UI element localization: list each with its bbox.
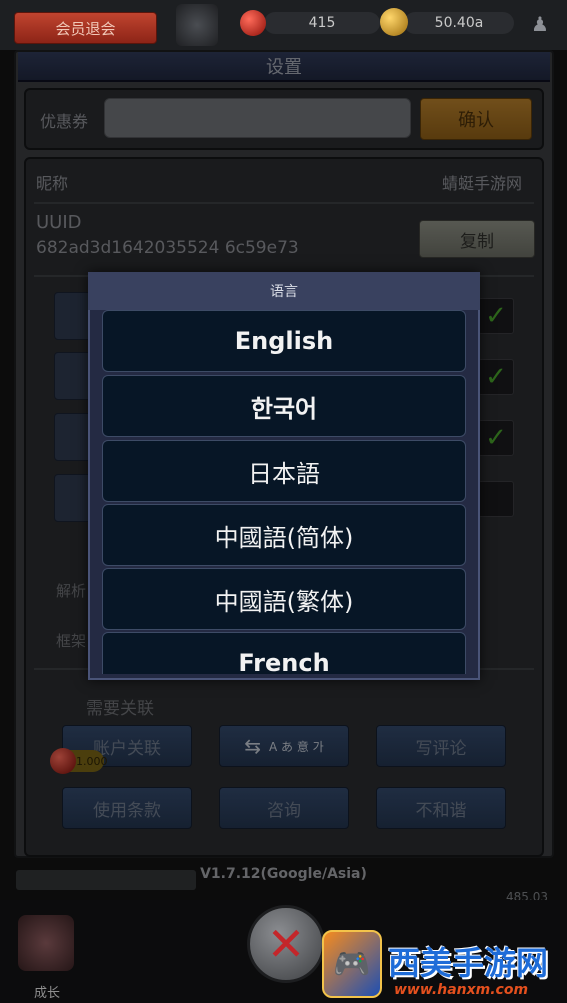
gold-count: 50.40a (404, 12, 514, 34)
member-withdraw-button[interactable]: 会员退会 (14, 12, 157, 44)
close-icon: ✕ (266, 917, 306, 971)
language-option-korean[interactable]: 한국어 (102, 375, 466, 437)
language-option-chinese-traditional[interactable]: 中國語(繁体) (102, 568, 466, 630)
gem-count: 415 (264, 12, 380, 34)
language-option-japanese[interactable]: 日本語 (102, 440, 466, 502)
language-option-english[interactable]: English (102, 310, 466, 372)
close-button[interactable]: ✕ (247, 905, 325, 983)
language-list[interactable]: English 한국어 日本語 中國語(简体) 中國語(繁体) French (100, 310, 468, 674)
gamepad-icon: 🎮 (322, 930, 382, 998)
language-option-french[interactable]: French (102, 632, 466, 674)
profile-icon[interactable]: ♟ (528, 12, 552, 36)
growth-label: 成长 (34, 986, 61, 1001)
emblem-icon (176, 4, 218, 46)
language-option-chinese-simplified[interactable]: 中國語(简体) (102, 504, 466, 566)
language-dialog-title: 语言 (88, 272, 480, 310)
gold-coin-icon (380, 8, 408, 36)
ruby-icon (240, 10, 266, 36)
growth-icon[interactable] (18, 915, 74, 971)
watermark-url: www.hanxm.com (394, 982, 529, 998)
watermark-title: 西美手游网 (388, 944, 549, 982)
